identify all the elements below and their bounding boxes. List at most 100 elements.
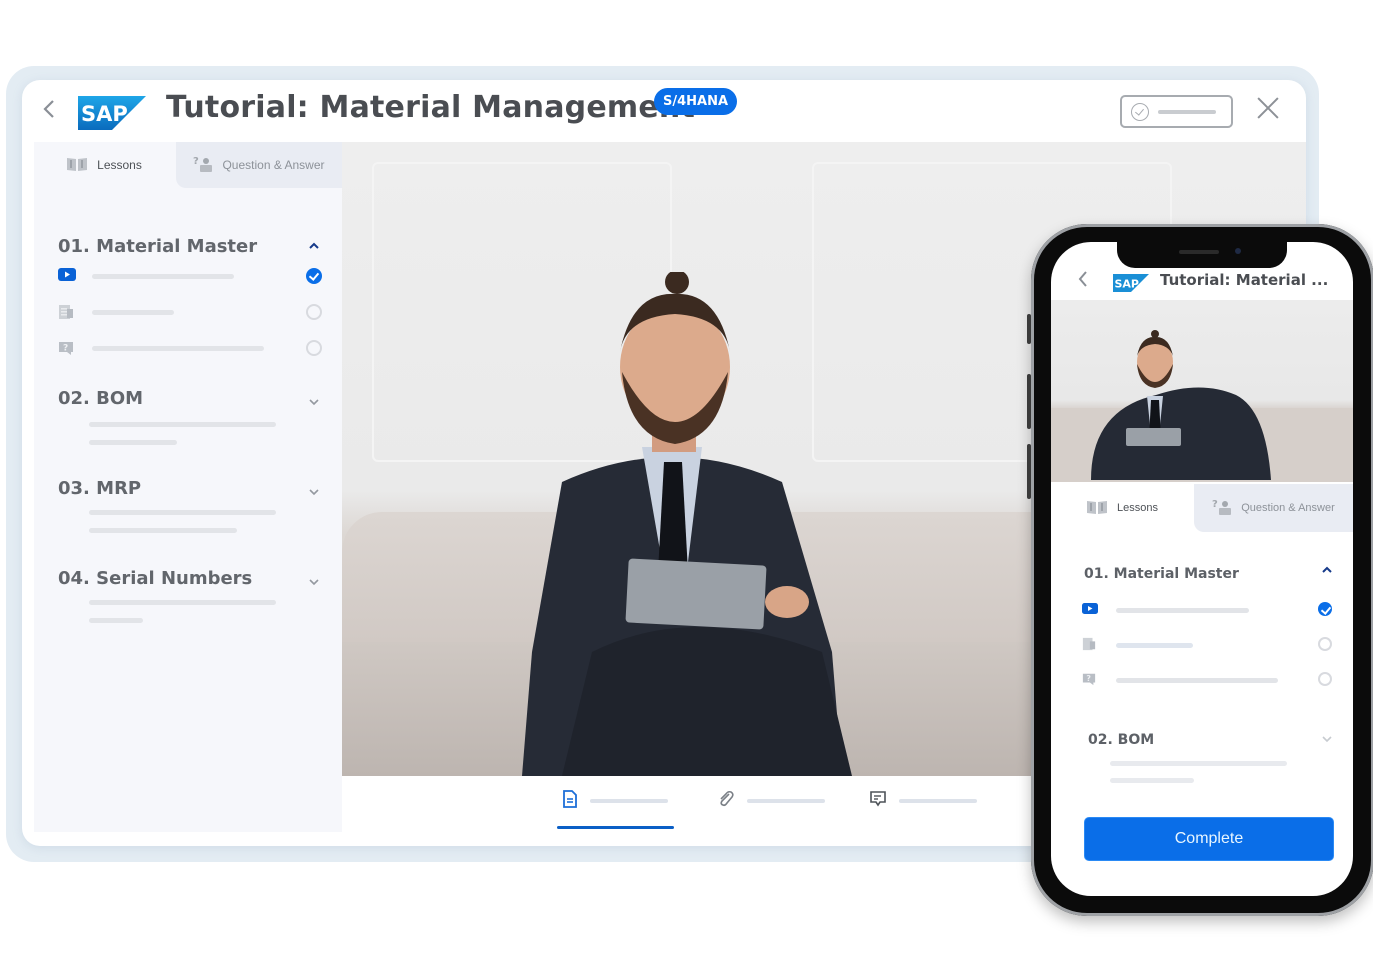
video-play-icon xyxy=(58,268,76,287)
content-tabs xyxy=(342,776,1042,846)
lesson-placeholder xyxy=(89,600,276,605)
sap-logo: SAP xyxy=(78,96,146,130)
tab-question-answer[interactable]: ? Question & Answer xyxy=(176,142,342,188)
completion-progress[interactable] xyxy=(1120,95,1233,128)
lesson-title-placeholder xyxy=(92,346,264,351)
svg-text:?: ? xyxy=(1212,499,1218,510)
lesson-placeholder xyxy=(89,440,177,445)
lesson-placeholder xyxy=(1110,778,1194,783)
lesson-placeholder xyxy=(1110,761,1287,766)
section-title[interactable]: 01. Material Master xyxy=(58,236,257,257)
tab-question-answer[interactable]: ? Question & Answer xyxy=(1194,484,1353,532)
svg-text:SAP: SAP xyxy=(81,102,128,126)
document-icon xyxy=(58,304,74,325)
tab-lessons[interactable]: Lessons xyxy=(34,142,174,188)
document-icon xyxy=(562,789,578,813)
tab-comments[interactable] xyxy=(869,788,977,814)
incomplete-circle-icon xyxy=(306,304,322,320)
page-title: Tutorial: Material ... xyxy=(1160,271,1329,289)
tab-notes[interactable] xyxy=(562,788,668,814)
chevron-down-icon[interactable] xyxy=(308,576,320,588)
sidebar-tabs: Lessons ? Question & Answer xyxy=(34,142,342,188)
lesson-item[interactable]: ? xyxy=(58,338,328,358)
section-title[interactable]: 02. BOM xyxy=(1088,732,1154,748)
chevron-left-icon xyxy=(1078,271,1087,287)
book-icon xyxy=(66,156,88,175)
lesson-placeholder xyxy=(89,510,276,515)
product-badge: S/4HANA xyxy=(654,88,738,115)
back-button[interactable] xyxy=(42,98,62,122)
page-title: Tutorial: Material Management xyxy=(166,90,695,125)
tab-lessons-label: Lessons xyxy=(97,158,142,172)
tab-lessons-label: Lessons xyxy=(1117,502,1158,514)
incomplete-circle-icon xyxy=(1318,672,1332,686)
lesson-placeholder xyxy=(89,422,276,427)
mobile-screen: SAP Tutorial: Material ... Lessons ? Que… xyxy=(1051,242,1353,896)
quiz-icon: ? xyxy=(58,340,74,361)
document-icon xyxy=(1082,637,1096,656)
tab-lessons[interactable]: Lessons xyxy=(1051,484,1193,532)
lesson-title-placeholder xyxy=(1116,678,1278,683)
active-tab-indicator xyxy=(557,826,674,829)
completed-check-icon xyxy=(306,268,322,284)
presenter-image xyxy=(522,272,852,776)
lesson-placeholder xyxy=(89,528,237,533)
tab-question-answer-label: Question & Answer xyxy=(1241,502,1335,514)
chevron-down-icon[interactable] xyxy=(308,486,320,498)
lessons-sidebar: Lessons ? Question & Answer 01. Material… xyxy=(34,142,342,832)
svg-text:SAP: SAP xyxy=(1115,278,1140,291)
svg-text:?: ? xyxy=(63,344,68,354)
tab-attachments[interactable] xyxy=(717,788,825,814)
book-icon xyxy=(1086,499,1108,518)
lesson-item[interactable] xyxy=(1082,635,1334,655)
section-title[interactable]: 02. BOM xyxy=(58,388,143,409)
mobile-header: SAP Tutorial: Material ... xyxy=(1051,268,1353,300)
progress-placeholder xyxy=(1158,110,1216,114)
tab-label-placeholder xyxy=(899,799,977,803)
svg-text:?: ? xyxy=(1086,674,1091,683)
window-header: SAP Tutorial: Material Management S/4HAN… xyxy=(22,80,1306,142)
attachment-icon xyxy=(717,790,735,813)
tab-label-placeholder xyxy=(747,799,825,803)
lesson-title-placeholder xyxy=(1116,608,1249,613)
chevron-down-icon[interactable] xyxy=(308,396,320,408)
completed-check-icon xyxy=(1318,602,1332,616)
question-answer-icon: ? xyxy=(193,155,213,176)
lesson-title-placeholder xyxy=(92,310,174,315)
lesson-placeholder xyxy=(89,618,143,623)
chevron-up-icon[interactable] xyxy=(308,240,320,252)
section-title[interactable]: 04. Serial Numbers xyxy=(58,568,252,589)
incomplete-circle-icon xyxy=(306,340,322,356)
svg-text:?: ? xyxy=(193,156,199,167)
check-circle-icon xyxy=(1131,103,1149,121)
lesson-title-placeholder xyxy=(1116,643,1193,648)
section-title[interactable]: 03. MRP xyxy=(58,478,141,499)
device-button xyxy=(1027,314,1031,344)
incomplete-circle-icon xyxy=(1318,637,1332,651)
lesson-item[interactable] xyxy=(58,302,328,322)
close-button[interactable] xyxy=(1254,94,1282,122)
lesson-item[interactable] xyxy=(1082,600,1334,620)
quiz-icon: ? xyxy=(1082,672,1096,691)
video-play-icon xyxy=(1082,602,1098,620)
device-notch xyxy=(1117,242,1287,268)
lesson-item[interactable]: ? xyxy=(1082,670,1334,690)
complete-button[interactable]: Complete xyxy=(1084,817,1334,861)
mobile-tabs: Lessons ? Question & Answer xyxy=(1051,484,1353,532)
chevron-left-icon xyxy=(43,100,54,118)
section-title[interactable]: 01. Material Master xyxy=(1084,566,1239,582)
question-answer-icon: ? xyxy=(1212,498,1232,519)
presenter-image xyxy=(1051,330,1353,482)
video-player[interactable] xyxy=(1051,300,1353,482)
chevron-down-icon[interactable] xyxy=(1321,733,1333,745)
device-button xyxy=(1027,374,1031,429)
back-button[interactable] xyxy=(1077,268,1089,294)
comment-icon xyxy=(869,790,887,813)
sap-logo: SAP xyxy=(1113,274,1149,292)
lesson-item[interactable] xyxy=(58,266,328,286)
mobile-device: SAP Tutorial: Material ... Lessons ? Que… xyxy=(1027,224,1373,916)
lesson-title-placeholder xyxy=(92,274,234,279)
tab-label-placeholder xyxy=(590,799,668,803)
device-button xyxy=(1027,444,1031,499)
chevron-up-icon[interactable] xyxy=(1321,564,1333,576)
